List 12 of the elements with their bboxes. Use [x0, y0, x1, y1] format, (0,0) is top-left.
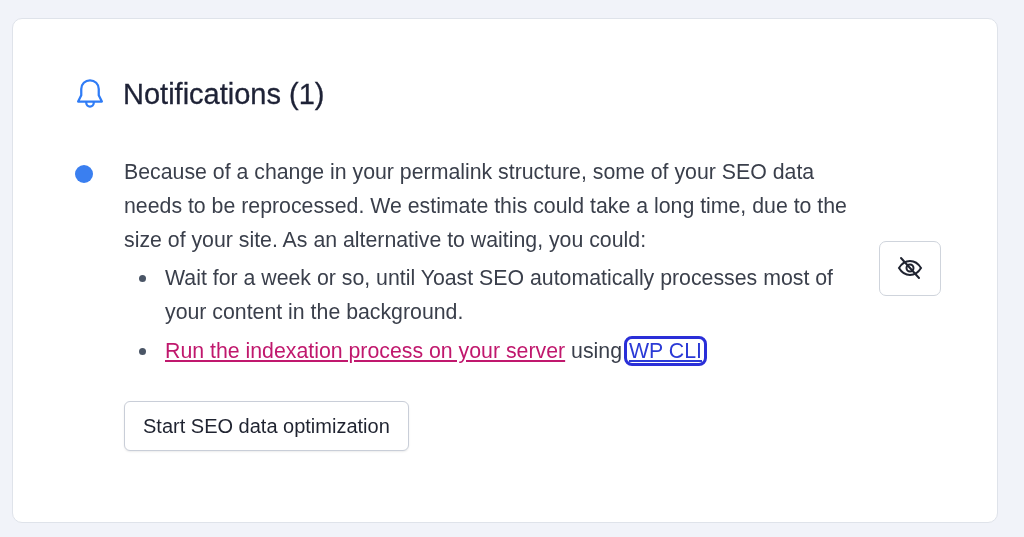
panel-title: Notifications (1) — [123, 77, 325, 111]
indexation-link[interactable]: Run the indexation process on your server — [165, 339, 566, 363]
eye-slash-icon — [897, 256, 923, 280]
bullet-icon — [139, 275, 146, 282]
option-text: Wait for a week or so, until Yoast SEO automatically processes most of your content in the background. — [165, 266, 833, 324]
bullet-icon — [139, 348, 146, 355]
wp-cli-link[interactable]: WP CLI — [627, 339, 704, 363]
option-text: Run the indexation process on your server using WP CLI — [165, 339, 704, 363]
start-optimization-button[interactable]: Start SEO data optimization — [124, 401, 409, 451]
bell-icon — [75, 77, 105, 111]
hide-button[interactable] — [879, 240, 941, 296]
notification-message: Because of a change in your permalink structure, some of your SEO data needs to be reprocessed. We estimate this could take a long time, due to the size of your site. As an alternative to waiting, you could: — [124, 159, 848, 254]
